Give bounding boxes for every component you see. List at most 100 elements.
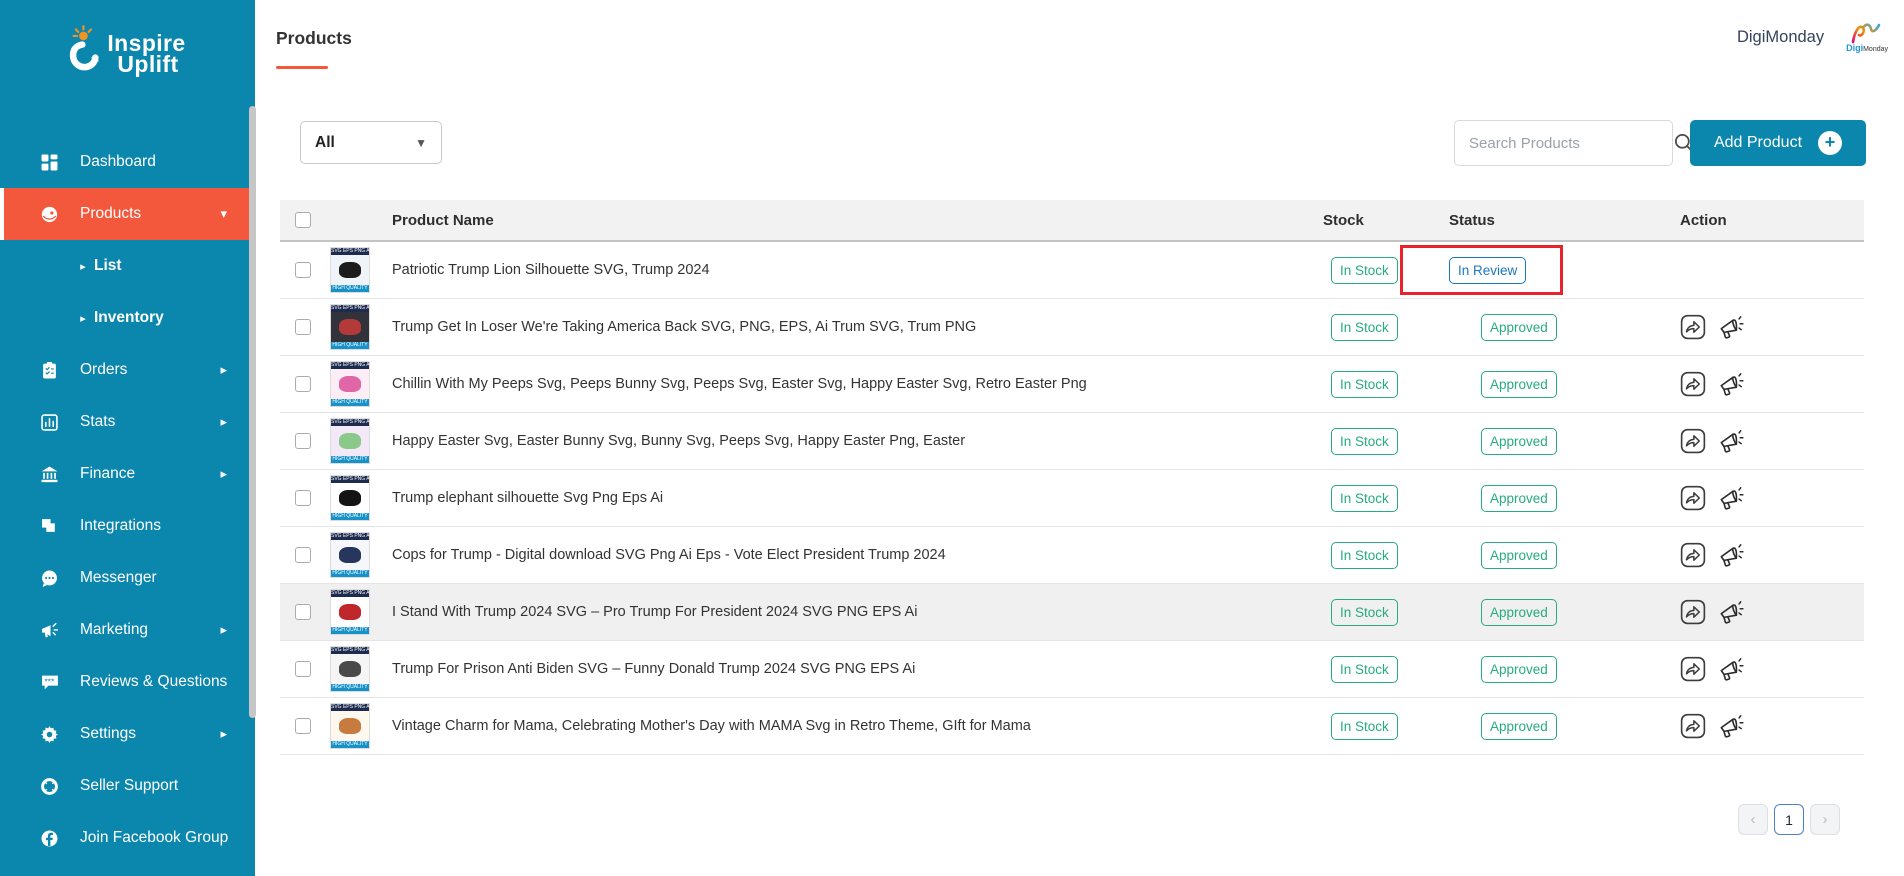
products-icon (40, 206, 59, 223)
share-icon[interactable] (1680, 542, 1706, 568)
table-body: SVG EPS PNG AI HIGH QUALITY Patriotic Tr… (280, 242, 1864, 755)
sidebar-item-stats[interactable]: Stats ▸ (0, 396, 255, 448)
row-checkbox[interactable] (295, 376, 311, 392)
sidebar-scrollbar[interactable] (249, 106, 256, 718)
share-icon[interactable] (1680, 314, 1706, 340)
share-icon[interactable] (1680, 713, 1706, 739)
chevron-right-icon: ▸ (220, 362, 227, 378)
row-checkbox[interactable] (295, 718, 311, 734)
chevron-right-icon: ▸ (220, 622, 227, 638)
thumbnail-top-banner: SVG EPS PNG AI (331, 647, 369, 654)
product-thumbnail: SVG EPS PNG AI HIGH QUALITY (330, 646, 370, 692)
sidebar-item-dashboard[interactable]: Dashboard (0, 136, 255, 188)
share-icon[interactable] (1680, 371, 1706, 397)
store-logo-monday: Monday (1863, 46, 1888, 53)
sidebar-item-messenger[interactable]: Messenger (0, 552, 255, 604)
thumbnail-top-banner: SVG EPS PNG AI (331, 590, 369, 597)
store-switcher[interactable]: DigiMonday DigiMonday (1737, 22, 1888, 53)
row-checkbox[interactable] (295, 604, 311, 620)
search-box (1454, 120, 1673, 166)
dashboard-icon (40, 154, 59, 171)
chevron-right-icon: ▸ (220, 726, 227, 742)
product-name: Trump elephant silhouette Svg Png Eps Ai (392, 490, 663, 506)
share-icon[interactable] (1680, 599, 1706, 625)
main-content: Products DigiMonday DigiMonday All ▼ (262, 0, 1904, 876)
page-title: Products (276, 28, 352, 49)
add-product-button[interactable]: Add Product + (1690, 120, 1866, 166)
add-product-label: Add Product (1714, 134, 1802, 152)
sidebar-item-join-facebook-group[interactable]: Join Facebook Group (0, 812, 255, 864)
sidebar-item-reviews-questions[interactable]: *** Reviews & Questions (0, 656, 255, 708)
sidebar-item-integrations[interactable]: Integrations (0, 500, 255, 552)
sidebar-item-seller-support[interactable]: Seller Support (0, 760, 255, 812)
select-all-checkbox[interactable] (295, 212, 311, 228)
thumbnail-top-banner: SVG EPS PNG AI (331, 419, 369, 426)
pagination-prev-button[interactable]: ‹ (1738, 804, 1768, 835)
row-checkbox[interactable] (295, 661, 311, 677)
marketing-icon (40, 622, 59, 639)
product-name: Cops for Trump - Digital download SVG Pn… (392, 547, 946, 563)
pagination-next-button[interactable]: › (1810, 804, 1840, 835)
pagination-page-1-button[interactable]: 1 (1774, 804, 1804, 835)
stock-badge: In Stock (1331, 656, 1398, 683)
thumbnail-bottom-banner: HIGH QUALITY (331, 285, 369, 292)
promote-megaphone-icon[interactable] (1717, 656, 1745, 682)
sidebar-item-settings[interactable]: Settings ▸ (0, 708, 255, 760)
chevron-right-icon: ▸ (220, 466, 227, 482)
column-header-status: Status (1449, 212, 1617, 229)
thumbnail-artwork (339, 319, 362, 336)
sidebar: Inspire Uplift Dashboard Products ▾ ▸ Li… (0, 0, 255, 876)
sidebar-item-inventory[interactable]: ▸ Inventory (0, 292, 255, 344)
sidebar-item-products[interactable]: Products ▾ (0, 188, 255, 240)
promote-megaphone-icon[interactable] (1717, 599, 1745, 625)
category-filter-dropdown[interactable]: All ▼ (300, 121, 442, 164)
column-header-stock: Stock (1323, 212, 1449, 229)
stock-badge: In Stock (1331, 428, 1398, 455)
plus-icon: + (1818, 131, 1842, 155)
thumbnail-bottom-banner: HIGH QUALITY (331, 684, 369, 691)
thumbnail-bottom-banner: HIGH QUALITY (331, 456, 369, 463)
promote-megaphone-icon[interactable] (1717, 542, 1745, 568)
promote-megaphone-icon[interactable] (1717, 428, 1745, 454)
product-name: Chillin With My Peeps Svg, Peeps Bunny S… (392, 376, 1087, 392)
row-checkbox[interactable] (295, 262, 311, 278)
sidebar-item-orders[interactable]: Orders ▸ (0, 344, 255, 396)
title-underline (276, 66, 328, 69)
sidebar-item-list[interactable]: ▸ List (0, 240, 255, 292)
orders-icon (40, 362, 59, 379)
stock-badge: In Stock (1331, 314, 1398, 341)
product-thumbnail: SVG EPS PNG AI HIGH QUALITY (330, 418, 370, 464)
table-row: SVG EPS PNG AI HIGH QUALITY Trump For Pr… (280, 641, 1864, 698)
search-input[interactable] (1455, 135, 1674, 152)
share-icon[interactable] (1680, 485, 1706, 511)
row-checkbox[interactable] (295, 490, 311, 506)
promote-megaphone-icon[interactable] (1717, 371, 1745, 397)
promote-megaphone-icon[interactable] (1717, 314, 1745, 340)
share-icon[interactable] (1680, 656, 1706, 682)
product-thumbnail: SVG EPS PNG AI HIGH QUALITY (330, 304, 370, 350)
product-thumbnail: SVG EPS PNG AI HIGH QUALITY (330, 475, 370, 521)
row-checkbox[interactable] (295, 547, 311, 563)
product-name: I Stand With Trump 2024 SVG – Pro Trump … (392, 604, 917, 620)
sidebar-item-finance[interactable]: Finance ▸ (0, 448, 255, 500)
row-checkbox[interactable] (295, 319, 311, 335)
review-status-highlight-box (1400, 245, 1563, 295)
brand-line2: Uplift (117, 53, 185, 76)
sidebar-item-marketing[interactable]: Marketing ▸ (0, 604, 255, 656)
stock-badge: In Stock (1331, 542, 1398, 569)
row-checkbox[interactable] (295, 433, 311, 449)
table-row: SVG EPS PNG AI HIGH QUALITY Chillin With… (280, 356, 1864, 413)
promote-megaphone-icon[interactable] (1717, 713, 1745, 739)
settings-icon (40, 726, 59, 743)
thumbnail-bottom-banner: HIGH QUALITY (331, 627, 369, 634)
product-name: Trump For Prison Anti Biden SVG – Funny … (392, 661, 915, 677)
share-icon[interactable] (1680, 428, 1706, 454)
stock-badge: In Stock (1331, 599, 1398, 626)
svg-text:***: *** (44, 676, 55, 686)
thumbnail-artwork (339, 433, 362, 450)
status-badge: Approved (1481, 542, 1557, 569)
inspire-uplift-logo: Inspire Uplift (0, 0, 255, 112)
facebook-icon (40, 830, 59, 847)
promote-megaphone-icon[interactable] (1717, 485, 1745, 511)
product-name: Happy Easter Svg, Easter Bunny Svg, Bunn… (392, 433, 965, 449)
